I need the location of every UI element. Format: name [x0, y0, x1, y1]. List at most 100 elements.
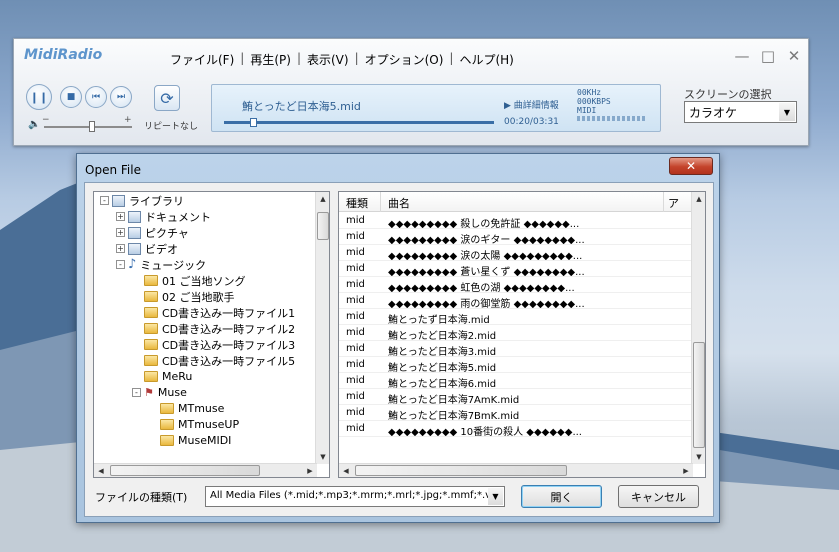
folder-icon — [144, 339, 158, 350]
collapse-icon[interactable]: - — [100, 196, 109, 205]
file-row[interactable]: mid 鮪とったず日本海.mid — [339, 309, 693, 325]
collapse-icon[interactable]: - — [132, 388, 141, 397]
close-icon[interactable]: ✕ — [786, 47, 802, 65]
volume-slider[interactable] — [44, 121, 132, 132]
file-row[interactable]: mid 鮪とったど日本海3.mid — [339, 341, 693, 357]
file-row[interactable]: mid 鮪とったど日本海2.mid — [339, 325, 693, 341]
tree-item[interactable]: 02 ご当地歌手 — [132, 289, 235, 304]
file-row[interactable]: mid 鮪とったど日本海7BmK.mid — [339, 405, 693, 421]
next-button[interactable]: ⏭ — [110, 86, 132, 108]
expand-icon[interactable]: + — [116, 212, 125, 221]
tree-vertical-scrollbar[interactable]: ▲ ▼ — [315, 192, 329, 464]
playback-time: 00:20/03:31 — [504, 117, 559, 127]
seek-bar[interactable] — [224, 118, 494, 127]
file-name: ◆◆◆◆◆◆◆◆◆ 10番街の殺人 ◆◆◆◆◆◆... — [388, 427, 582, 437]
expand-icon[interactable]: + — [116, 228, 125, 237]
scroll-left-icon[interactable]: ◀ — [94, 464, 108, 477]
folder-icon — [144, 355, 158, 366]
tree-item[interactable]: CD書き込み一時ファイル3 — [132, 337, 295, 352]
seek-knob[interactable] — [249, 118, 257, 127]
file-row[interactable]: mid ◆◆◆◆◆◆◆◆◆ 涙の太陽 ◆◆◆◆◆◆◆◆◆... — [339, 245, 693, 261]
scroll-up-icon[interactable]: ▲ — [316, 192, 329, 206]
tree-item[interactable]: MeRu — [132, 369, 192, 384]
pause-button[interactable]: ❙❙ — [26, 84, 52, 110]
menu-bar: ファイル(F) | 再生(P) | 表示(V) | オプション(O) | ヘルプ(H) — [164, 51, 520, 68]
file-type-select[interactable]: All Media Files (*.mid;*.mp3;*.mrm;*.mrl… — [205, 486, 505, 507]
tree-item[interactable]: 01 ご当地ソング — [132, 273, 246, 288]
file-row[interactable]: mid ◆◆◆◆◆◆◆◆◆ 蒼い星くず ◆◆◆◆◆◆◆◆... — [339, 261, 693, 277]
previous-icon: ⏮ — [91, 92, 101, 102]
menu-file[interactable]: ファイル(F) — [164, 51, 240, 68]
list-scroll-thumb[interactable] — [693, 342, 705, 448]
column-artist[interactable]: ア — [668, 195, 679, 211]
list-vertical-scrollbar[interactable]: ▲ ▼ — [691, 192, 705, 464]
tree-item[interactable]: MTmuse — [148, 401, 224, 416]
scroll-right-icon[interactable]: ▶ — [679, 464, 693, 477]
expand-icon[interactable]: + — [116, 244, 125, 253]
file-type: mid — [346, 359, 365, 370]
tree-item[interactable]: MTmuseUP — [148, 417, 239, 432]
menu-play[interactable]: 再生(P) — [244, 51, 297, 68]
file-row[interactable]: mid 鮪とったど日本海5.mid — [339, 357, 693, 373]
tree-scroll-thumb[interactable] — [317, 212, 329, 240]
tree-item[interactable]: CD書き込み一時ファイル2 — [132, 321, 295, 336]
scroll-up-icon[interactable]: ▲ — [692, 192, 705, 206]
screen-select-label: スクリーンの選択 — [684, 88, 772, 101]
file-row[interactable]: mid 鮪とったど日本海6.mid — [339, 373, 693, 389]
tree-item[interactable]: - ⚑ Muse — [132, 385, 187, 400]
tree-item-label: 02 ご当地歌手 — [162, 290, 235, 304]
file-row[interactable]: mid ◆◆◆◆◆◆◆◆◆ 10番街の殺人 ◆◆◆◆◆◆... — [339, 421, 693, 437]
folder-icon — [144, 291, 158, 302]
folder-icon — [144, 323, 158, 334]
tree-item[interactable]: - ライブラリ — [100, 193, 184, 208]
now-playing-title: 鮪とったど日本海5.mid — [242, 100, 361, 113]
menu-view[interactable]: 表示(V) — [301, 51, 355, 68]
tree-item[interactable]: + ピクチャ — [116, 225, 189, 240]
file-row[interactable]: mid ◆◆◆◆◆◆◆◆◆ 雨の御堂筋 ◆◆◆◆◆◆◆◆... — [339, 293, 693, 309]
chevron-down-icon: ▼ — [488, 488, 503, 505]
scroll-down-icon[interactable]: ▼ — [316, 450, 329, 464]
tree-hscroll-thumb[interactable] — [110, 465, 260, 476]
videos-icon — [128, 242, 141, 255]
stop-button[interactable]: ■ — [60, 86, 82, 108]
tree-item-label: CD書き込み一時ファイル2 — [162, 322, 296, 336]
menu-options[interactable]: オプション(O) — [359, 51, 450, 68]
tree-item[interactable]: - ♪ ミュージック — [116, 257, 206, 272]
scroll-down-icon[interactable]: ▼ — [692, 450, 705, 464]
column-type[interactable]: 種類 — [346, 195, 368, 211]
minimize-icon[interactable]: — — [734, 47, 750, 65]
volume-minus-icon: − — [42, 115, 50, 125]
tree-item[interactable]: + ドキュメント — [116, 209, 211, 224]
tree-item-label: MeRu — [162, 370, 193, 383]
open-button[interactable]: 開く — [521, 485, 602, 508]
collapse-icon[interactable]: - — [116, 260, 125, 269]
song-detail-button[interactable]: ▶ 曲詳細情報 — [504, 98, 559, 111]
song-detail-label: 曲詳細情報 — [513, 101, 559, 111]
file-row[interactable]: mid 鮪とったど日本海7AmK.mid — [339, 389, 693, 405]
cancel-button[interactable]: キャンセル — [618, 485, 699, 508]
previous-button[interactable]: ⏮ — [85, 86, 107, 108]
list-horizontal-scrollbar[interactable]: ◀ ▶ — [339, 463, 693, 477]
tree-item[interactable]: MuseMIDI — [148, 433, 231, 448]
dialog-close-button[interactable]: ✕ — [669, 157, 713, 175]
volume-control: 🔈 − + — [28, 115, 136, 133]
list-hscroll-thumb[interactable] — [355, 465, 567, 476]
file-row[interactable]: mid ◆◆◆◆◆◆◆◆◆ 涙のギター ◆◆◆◆◆◆◆◆... — [339, 229, 693, 245]
file-row[interactable]: mid ◆◆◆◆◆◆◆◆◆ 虹色の湖 ◆◆◆◆◆◆◆◆... — [339, 277, 693, 293]
folder-icon — [144, 371, 158, 382]
cancel-button-label: キャンセル — [631, 490, 686, 504]
tree-item[interactable]: + ビデオ — [116, 241, 178, 256]
repeat-button[interactable]: ⟳ — [154, 85, 180, 111]
file-type: mid — [346, 247, 365, 258]
tree-horizontal-scrollbar[interactable]: ◀ ▶ — [94, 463, 317, 477]
volume-slider-knob[interactable] — [89, 121, 96, 132]
menu-help[interactable]: ヘルプ(H) — [453, 51, 519, 68]
tree-item[interactable]: CD書き込み一時ファイル1 — [132, 305, 295, 320]
file-row[interactable]: mid ◆◆◆◆◆◆◆◆◆ 殺しの免許証 ◆◆◆◆◆◆... — [339, 213, 693, 229]
column-title[interactable]: 曲名 — [388, 195, 410, 211]
scroll-right-icon[interactable]: ▶ — [303, 464, 317, 477]
scroll-left-icon[interactable]: ◀ — [339, 464, 353, 477]
screen-select[interactable]: カラオケ ▼ — [684, 101, 797, 123]
maximize-icon[interactable]: □ — [760, 47, 776, 65]
tree-item[interactable]: CD書き込み一時ファイル5 — [132, 353, 295, 368]
